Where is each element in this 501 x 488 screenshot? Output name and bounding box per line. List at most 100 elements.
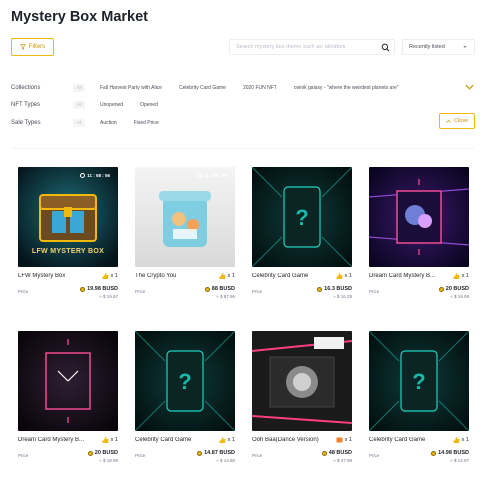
product-image[interactable]: ?: [135, 331, 235, 431]
filters-label: Filters: [28, 44, 46, 50]
price-label: Price: [18, 453, 29, 458]
card-name[interactable]: Celebrity Card Game: [252, 273, 328, 279]
clock-icon: [80, 173, 86, 178]
search-input[interactable]: [236, 44, 376, 50]
busd-coin-icon: [321, 450, 327, 456]
close-label: Close: [453, 118, 469, 124]
sale-type-option[interactable]: Auction: [100, 120, 117, 126]
quantity: x 1: [453, 437, 469, 443]
card-name[interactable]: Dream Card Mystery B...: [369, 273, 445, 279]
quantity: x 1: [219, 437, 235, 443]
chevron-down-icon[interactable]: [465, 83, 474, 91]
filters-button[interactable]: Filters: [11, 38, 54, 56]
price-label: Price: [252, 289, 263, 294]
card-name[interactable]: The Crypto You: [135, 273, 211, 279]
usd-equivalent: ≈ $ 16.29: [333, 294, 352, 299]
collection-option[interactable]: Fall Harvest Party with Alice: [100, 85, 162, 91]
price-label: Price: [369, 289, 380, 294]
card-name[interactable]: Celebrity Card Game: [369, 437, 445, 443]
nft-types-label: NFT Types: [11, 102, 41, 108]
product-card[interactable]: ? Celebrity Card Game x 1 Price 16.3 BUS…: [252, 167, 352, 302]
usd-equivalent: ≈ $ 19.99: [99, 458, 118, 463]
quantity: x 1: [102, 273, 118, 279]
art-caption: LFW MYSTERY BOX: [31, 248, 105, 255]
svg-text:?: ?: [412, 369, 425, 394]
usd-equivalent: ≈ $ 47.98: [333, 458, 352, 463]
nft-type-option[interactable]: Unopened: [100, 102, 123, 108]
sort-label: Recently listed: [409, 44, 445, 50]
quantity: x 1: [336, 437, 352, 443]
product-image[interactable]: [18, 331, 118, 431]
collection-option[interactable]: ovinik galaxy - "where the weirdest plan…: [294, 85, 399, 91]
price: 16.3 BUSD: [317, 286, 352, 292]
sale-type-option[interactable]: Fixed Price: [134, 120, 159, 126]
busd-coin-icon: [438, 286, 444, 292]
usd-equivalent: ≈ $ 87.96: [216, 294, 235, 299]
nft-type-option[interactable]: Opened: [140, 102, 158, 108]
page-title: Mystery Box Market: [11, 9, 148, 25]
sort-select[interactable]: Recently listed: [402, 39, 475, 55]
product-card[interactable]: 11 : 58 : 56 LFW MYSTERY BOX LFW Mystery…: [18, 167, 118, 302]
sale-types-label: Sale Types: [11, 120, 41, 126]
price: 88 BUSD: [204, 286, 235, 292]
collections-label: Collections: [11, 85, 41, 91]
clock-icon: [197, 173, 203, 178]
hand-icon: [102, 437, 109, 443]
crypto-you-box-image: [135, 167, 235, 267]
busd-coin-icon: [431, 450, 437, 456]
price: 14.87 BUSD: [197, 450, 235, 456]
chevron-up-icon: [446, 119, 451, 123]
ooh-baa-image: [252, 331, 352, 431]
product-image[interactable]: 11 : 58 : 56: [135, 167, 235, 267]
card-name[interactable]: LFW Mystery Box: [18, 273, 94, 279]
celebrity-card-image: ?: [252, 167, 352, 267]
busd-coin-icon: [204, 286, 210, 292]
collection-option[interactable]: Celebrity Card Game: [179, 85, 226, 91]
usd-equivalent: ≈ $ 19.99: [450, 294, 469, 299]
product-image[interactable]: ?: [252, 167, 352, 267]
caret-down-icon: [463, 46, 467, 48]
product-image[interactable]: [252, 331, 352, 431]
hand-icon: [219, 437, 226, 443]
hand-icon: [453, 273, 460, 279]
collection-option[interactable]: 2020 FUN NFT: [243, 85, 277, 91]
price: 14.98 BUSD: [431, 450, 469, 456]
countdown-timer: 11 : 58 : 56: [197, 173, 227, 178]
busd-coin-icon: [197, 450, 203, 456]
card-name[interactable]: Ooh Baa(Dance Version): [252, 437, 328, 443]
close-filters-button[interactable]: Close: [439, 113, 475, 129]
busd-coin-icon: [80, 286, 86, 292]
busd-coin-icon: [87, 450, 93, 456]
product-card[interactable]: Dream Card Mystery B... x 1 Price 20 BUS…: [369, 167, 469, 302]
product-image[interactable]: ?: [369, 331, 469, 431]
product-card[interactable]: Ooh Baa(Dance Version) x 1 Price 48 BUSD…: [252, 331, 352, 466]
divider: [11, 148, 475, 149]
product-card[interactable]: 11 : 58 : 56 The Crypto You x 1 Price 88…: [135, 167, 235, 302]
search-icon[interactable]: [381, 43, 390, 52]
price-label: Price: [369, 453, 380, 458]
nft-types-all-chip[interactable]: All: [73, 101, 85, 109]
price: 20 BUSD: [87, 450, 118, 456]
hand-icon: [102, 273, 109, 279]
quantity: x 1: [102, 437, 118, 443]
hand-icon: [219, 273, 226, 279]
product-card[interactable]: ? Celebrity Card Game x 1 Price 14.87 BU…: [135, 331, 235, 466]
product-card[interactable]: ? Celebrity Card Game x 1 Price 14.98 BU…: [369, 331, 469, 466]
dream-card-image: [18, 331, 118, 431]
usd-equivalent: ≈ $ 14.86: [216, 458, 235, 463]
collections-all-chip[interactable]: All: [73, 84, 85, 92]
collections-filter-row: Collections All Fall Harvest Party with …: [11, 83, 416, 93]
product-image[interactable]: 11 : 58 : 56 LFW MYSTERY BOX: [18, 167, 118, 267]
dream-card-image: [369, 167, 469, 267]
hand-icon: [336, 273, 343, 279]
search-box[interactable]: [229, 39, 395, 55]
price: 48 BUSD: [321, 450, 352, 456]
sale-types-all-chip[interactable]: All: [73, 119, 85, 127]
card-name[interactable]: Dream Card Mystery B...: [18, 437, 94, 443]
product-image[interactable]: [369, 167, 469, 267]
product-card[interactable]: Dream Card Mystery B... x 1 Price 20 BUS…: [18, 331, 118, 466]
quantity: x 1: [453, 273, 469, 279]
card-name[interactable]: Celebrity Card Game: [135, 437, 211, 443]
box-icon: [336, 437, 343, 443]
price-label: Price: [135, 289, 146, 294]
